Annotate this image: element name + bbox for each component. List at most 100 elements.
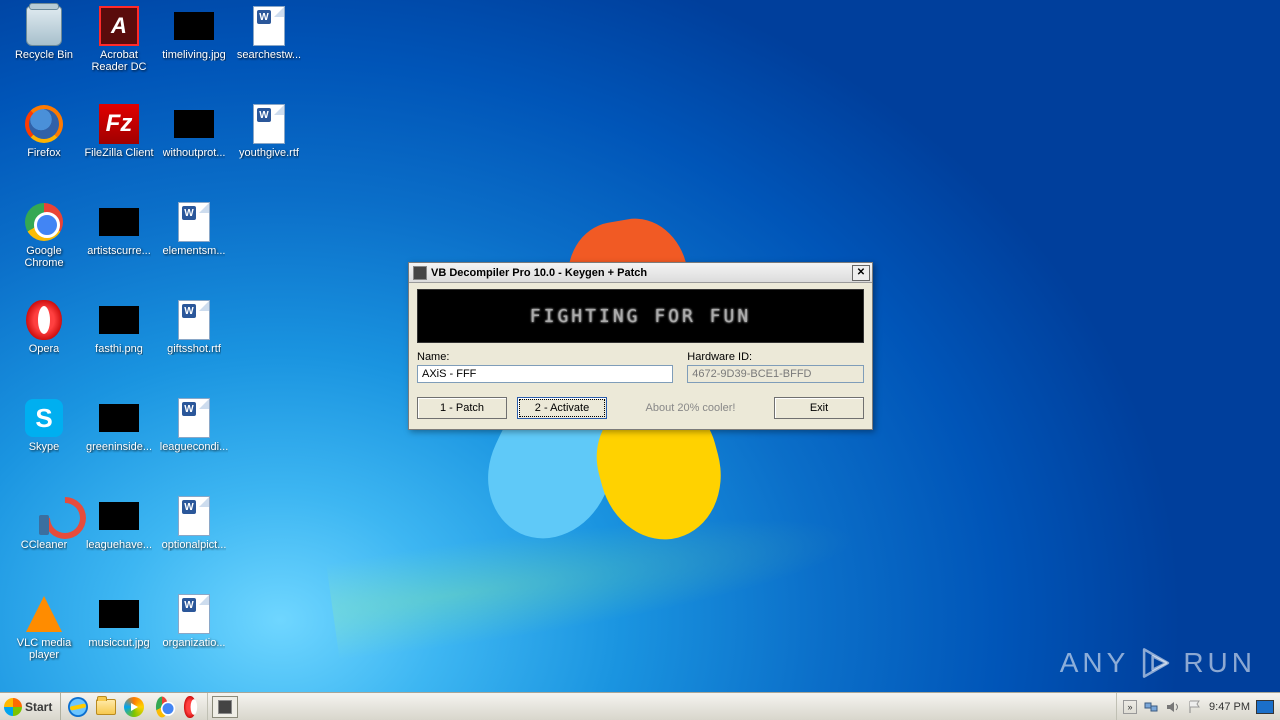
- doc-icon: [249, 104, 289, 144]
- black-icon: [99, 398, 139, 438]
- opera-icon: [24, 300, 64, 340]
- exit-button[interactable]: Exit: [774, 397, 864, 419]
- desktop-icon-greeninside[interactable]: greeninside...: [83, 398, 155, 476]
- quick-launch: [61, 693, 208, 720]
- name-input[interactable]: [417, 365, 673, 383]
- ql-explorer[interactable]: [95, 696, 117, 718]
- desktop-icon-firefox[interactable]: Firefox: [8, 104, 80, 182]
- icon-label: artistscurre...: [87, 245, 151, 257]
- keygen-dialog: VB Decompiler Pro 10.0 - Keygen + Patch …: [408, 262, 873, 430]
- icon-label: Firefox: [27, 147, 61, 159]
- vlc-icon: [24, 594, 64, 634]
- icon-label: FileZilla Client: [84, 147, 153, 159]
- icon-label: leaguehave...: [86, 539, 152, 551]
- taskbar: Start » 9:47 PM: [0, 692, 1280, 720]
- icon-label: optionalpict...: [162, 539, 227, 551]
- hwid-input: [687, 365, 864, 383]
- tray-clock[interactable]: 9:47 PM: [1209, 701, 1250, 713]
- start-button[interactable]: Start: [0, 693, 61, 720]
- doc-icon: [174, 202, 214, 242]
- doc-icon: [174, 594, 214, 634]
- cc-icon: [24, 496, 64, 536]
- desktop-icon-leaguecondi[interactable]: leaguecondi...: [158, 398, 230, 476]
- icon-label: Recycle Bin: [15, 49, 73, 61]
- doc-icon: [249, 6, 289, 46]
- task-items: [208, 693, 242, 720]
- icon-label: CCleaner: [21, 539, 67, 551]
- doc-icon: [174, 398, 214, 438]
- bin-icon: [24, 6, 64, 46]
- close-icon[interactable]: ✕: [852, 265, 870, 281]
- desktop-icon-artistscurre[interactable]: artistscurre...: [83, 202, 155, 280]
- desktop-icon-searchestw[interactable]: searchestw...: [233, 6, 305, 84]
- icon-label: organizatio...: [163, 637, 226, 649]
- desktop-icon-filezilla-client[interactable]: Fz FileZilla Client: [83, 104, 155, 182]
- desktop-icon-ccleaner[interactable]: CCleaner: [8, 496, 80, 574]
- patch-button[interactable]: 1 - Patch: [417, 397, 507, 419]
- chrome-icon: [24, 202, 64, 242]
- desktop-icon-recycle-bin[interactable]: Recycle Bin: [8, 6, 80, 84]
- banner-text: FIGHTING FOR FUN: [530, 306, 751, 327]
- black-icon: [99, 496, 139, 536]
- tray-flag-icon[interactable]: [1187, 699, 1203, 715]
- icon-label: musiccut.jpg: [88, 637, 149, 649]
- desktop-icon-acrobat-reader-dc[interactable]: AAcrobat Reader DC: [83, 6, 155, 84]
- ql-ie[interactable]: [67, 696, 89, 718]
- ff-icon: [24, 104, 64, 144]
- black-icon: [174, 6, 214, 46]
- app-icon: [218, 700, 232, 714]
- desktop-icon-timeliving-jpg[interactable]: timeliving.jpg: [158, 6, 230, 84]
- ql-opera[interactable]: [179, 696, 201, 718]
- ql-wmp[interactable]: [123, 696, 145, 718]
- task-keygen[interactable]: [212, 696, 238, 718]
- desktop-icon-fasthi-png[interactable]: fasthi.png: [83, 300, 155, 378]
- windows-icon: [4, 698, 22, 716]
- icon-label: leaguecondi...: [160, 441, 229, 453]
- fz-icon: Fz: [99, 104, 139, 144]
- desktop-icon-youthgive-rtf[interactable]: youthgive.rtf: [233, 104, 305, 182]
- cooler-text: About 20% cooler!: [617, 402, 764, 414]
- desktop-icon-optionalpict[interactable]: optionalpict...: [158, 496, 230, 574]
- icon-label: Acrobat Reader DC: [83, 49, 155, 73]
- app-icon: [413, 266, 427, 280]
- banner: FIGHTING FOR FUN: [417, 289, 864, 343]
- desktop-icon-organizatio[interactable]: organizatio...: [158, 594, 230, 672]
- icon-label: Google Chrome: [8, 245, 80, 269]
- ql-chrome[interactable]: [151, 696, 173, 718]
- icon-label: withoutprot...: [163, 147, 226, 159]
- desktop-icon-elementsm[interactable]: elementsm...: [158, 202, 230, 280]
- desktop-icon-skype[interactable]: S Skype: [8, 398, 80, 476]
- black-icon: [99, 300, 139, 340]
- dialog-titlebar[interactable]: VB Decompiler Pro 10.0 - Keygen + Patch …: [409, 263, 872, 283]
- icon-label: fasthi.png: [95, 343, 143, 355]
- desktop-icon-musiccut-jpg[interactable]: musiccut.jpg: [83, 594, 155, 672]
- icon-label: giftsshot.rtf: [167, 343, 221, 355]
- skype-icon: S: [24, 398, 64, 438]
- start-label: Start: [25, 700, 52, 714]
- icon-label: searchestw...: [237, 49, 301, 61]
- dialog-body: FIGHTING FOR FUN Name: Hardware ID: 1 - …: [409, 283, 872, 429]
- system-tray: » 9:47 PM: [1116, 693, 1280, 720]
- desktop-icon-giftsshot-rtf[interactable]: giftsshot.rtf: [158, 300, 230, 378]
- desktop-icon-opera[interactable]: Opera: [8, 300, 80, 378]
- icon-label: youthgive.rtf: [239, 147, 299, 159]
- name-label: Name:: [417, 351, 673, 363]
- desktop-icon-withoutprot[interactable]: withoutprot...: [158, 104, 230, 182]
- black-icon: [99, 202, 139, 242]
- icon-label: Opera: [29, 343, 60, 355]
- tray-volume-icon[interactable]: [1165, 699, 1181, 715]
- desktop-icon-vlc-media-player[interactable]: VLC media player: [8, 594, 80, 672]
- icon-label: VLC media player: [8, 637, 80, 661]
- icon-label: timeliving.jpg: [162, 49, 226, 61]
- tray-expand-icon[interactable]: »: [1123, 700, 1137, 714]
- tray-monitor-icon[interactable]: [1256, 700, 1274, 714]
- tray-network-icon[interactable]: [1143, 699, 1159, 715]
- icon-label: Skype: [29, 441, 60, 453]
- hwid-label: Hardware ID:: [687, 351, 864, 363]
- doc-icon: [174, 300, 214, 340]
- desktop-icon-google-chrome[interactable]: Google Chrome: [8, 202, 80, 280]
- doc-icon: [174, 496, 214, 536]
- black-icon: [174, 104, 214, 144]
- desktop-icon-leaguehave[interactable]: leaguehave...: [83, 496, 155, 574]
- activate-button[interactable]: 2 - Activate: [517, 397, 607, 419]
